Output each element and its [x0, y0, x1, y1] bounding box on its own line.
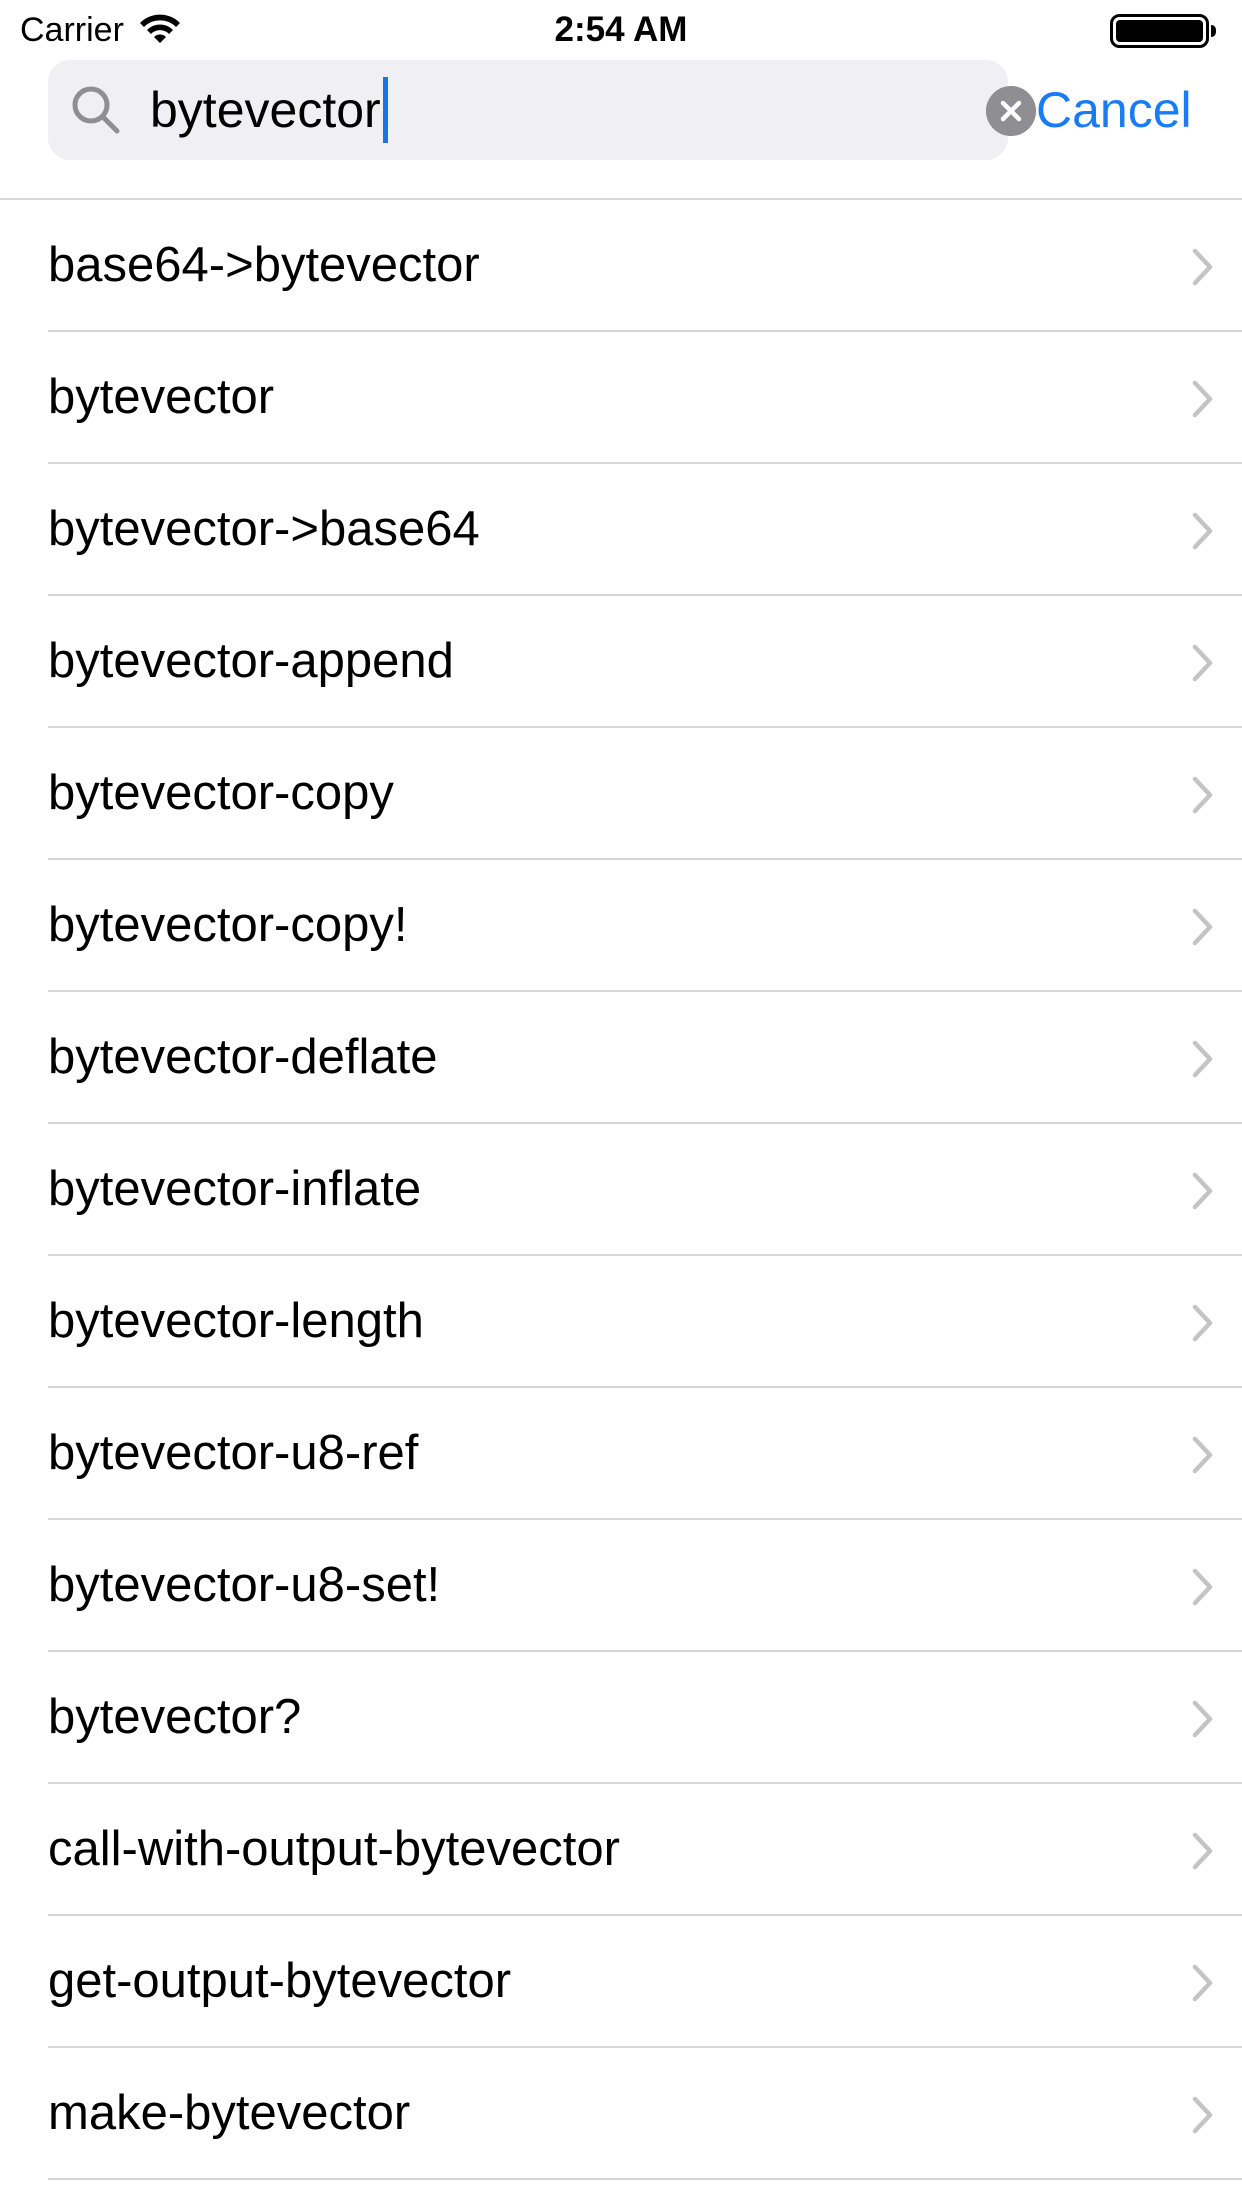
list-item[interactable]: call-with-output-bytevector [0, 1784, 1242, 1916]
list-item[interactable]: make-bytevector [0, 2048, 1242, 2180]
list-item[interactable]: bytevector-append [0, 596, 1242, 728]
chevron-right-icon [1192, 1304, 1213, 1342]
chevron-right-icon [1192, 908, 1213, 946]
list-item-label: bytevector? [48, 1690, 302, 1744]
list-item[interactable]: bytevector-inflate [0, 1124, 1242, 1256]
list-item-label: bytevector [48, 370, 275, 424]
chevron-right-icon [1192, 1832, 1213, 1870]
chevron-right-icon [1192, 2096, 1213, 2134]
list-item[interactable]: bytevector-length [0, 1256, 1242, 1388]
chevron-right-icon [1192, 644, 1213, 682]
chevron-right-icon [1192, 248, 1213, 286]
chevron-right-icon [1192, 1436, 1213, 1474]
search-field[interactable]: bytevector [48, 60, 1036, 160]
list-item-label: make-bytevector [48, 2086, 411, 2140]
row-separator [48, 2178, 1242, 2180]
list-item[interactable]: bytevector [0, 332, 1242, 464]
search-bar: bytevector Cancel [0, 60, 1242, 198]
list-item-label: call-with-output-bytevector [48, 1822, 620, 1876]
list-item[interactable]: bytevector-deflate [0, 992, 1242, 1124]
list-item-label: bytevector-u8-ref [48, 1426, 419, 1480]
search-input[interactable]: bytevector [150, 60, 930, 160]
magnifier-icon [72, 86, 120, 134]
list-item-label: bytevector-copy [48, 766, 394, 820]
results-list: base64->bytevector bytevector bytevector->… [0, 200, 1242, 2180]
chevron-right-icon [1192, 776, 1213, 814]
list-item[interactable]: get-output-bytevector [0, 1916, 1242, 2048]
chevron-right-icon [1192, 1172, 1213, 1210]
list-item-label: bytevector-deflate [48, 1030, 438, 1084]
list-item-label: get-output-bytevector [48, 1954, 512, 2008]
list-item[interactable]: base64->bytevector [0, 200, 1242, 332]
chevron-right-icon [1192, 512, 1213, 550]
chevron-right-icon [1192, 380, 1213, 418]
battery-icon [1110, 14, 1216, 48]
list-item-label: bytevector->base64 [48, 502, 480, 556]
status-bar: Carrier 2:54 AM [0, 0, 1242, 60]
list-item-label: bytevector-inflate [48, 1162, 422, 1216]
chevron-right-icon [1192, 1700, 1213, 1738]
chevron-right-icon [1192, 1040, 1213, 1078]
chevron-right-icon [1192, 1568, 1213, 1606]
list-item-label: bytevector-u8-set! [48, 1558, 441, 1612]
list-item-label: bytevector-length [48, 1294, 424, 1348]
list-item-label: bytevector-append [48, 634, 454, 688]
list-item-label: base64->bytevector [48, 238, 480, 292]
search-input-text: bytevector [150, 82, 381, 138]
list-item-label: bytevector-copy! [48, 898, 408, 952]
list-item[interactable]: bytevector-u8-ref [0, 1388, 1242, 1520]
text-cursor [382, 77, 388, 143]
clear-x-icon[interactable] [986, 86, 1036, 136]
cancel-button[interactable]: Cancel [1036, 60, 1192, 160]
chevron-right-icon [1192, 1964, 1213, 2002]
status-time: 2:54 AM [554, 10, 688, 49]
list-item[interactable]: bytevector-copy [0, 728, 1242, 860]
list-item[interactable]: bytevector-copy! [0, 860, 1242, 992]
list-item[interactable]: bytevector? [0, 1652, 1242, 1784]
list-item[interactable]: bytevector-u8-set! [0, 1520, 1242, 1652]
list-item[interactable]: bytevector->base64 [0, 464, 1242, 596]
